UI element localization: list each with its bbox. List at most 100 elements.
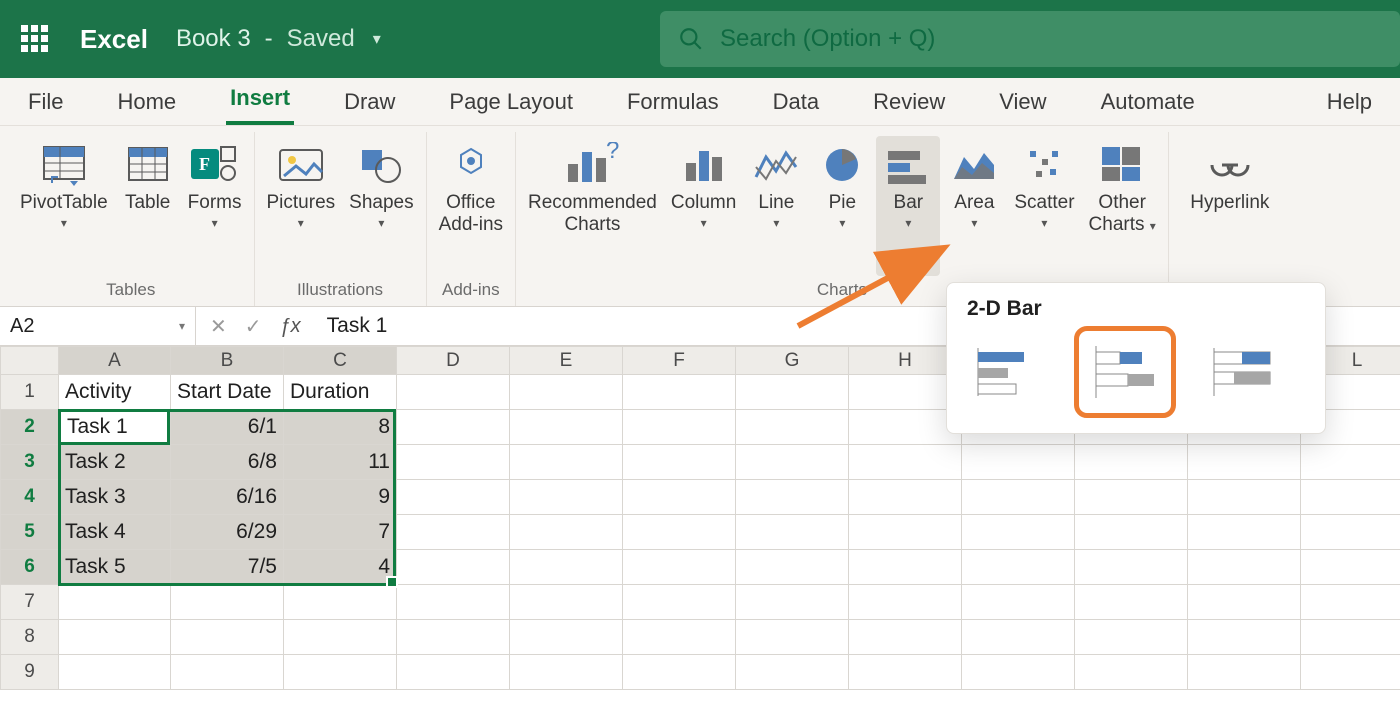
cell[interactable]	[736, 445, 849, 480]
pie-chart-button[interactable]: Pie ▾	[810, 136, 874, 276]
cell-A6[interactable]: Task 5	[59, 550, 171, 585]
cell[interactable]	[849, 410, 962, 445]
cell[interactable]	[510, 480, 623, 515]
cell[interactable]	[849, 515, 962, 550]
clustered-bar-option[interactable]	[963, 335, 1047, 409]
cell[interactable]	[397, 620, 510, 655]
cell[interactable]	[171, 620, 284, 655]
area-chart-button[interactable]: Area ▾	[942, 136, 1006, 276]
cell[interactable]	[1301, 655, 1400, 690]
tab-formulas[interactable]: Formulas	[623, 83, 723, 125]
select-all-corner[interactable]	[1, 347, 59, 375]
row-header-4[interactable]: 4	[1, 480, 59, 515]
cell[interactable]	[849, 655, 962, 690]
cell-C3[interactable]: 11	[284, 445, 397, 480]
cell[interactable]	[1188, 515, 1301, 550]
formula-value[interactable]: Task 1	[315, 314, 388, 338]
cell[interactable]	[623, 585, 736, 620]
cell[interactable]	[962, 550, 1075, 585]
row-header-3[interactable]: 3	[1, 445, 59, 480]
cell[interactable]	[1075, 480, 1188, 515]
pivottable-button[interactable]: PivotTable ▾	[14, 136, 114, 276]
cell[interactable]	[736, 375, 849, 410]
tab-help[interactable]: Help	[1323, 83, 1376, 125]
cell-B2[interactable]: 6/1	[171, 410, 284, 445]
tab-draw[interactable]: Draw	[340, 83, 399, 125]
cell[interactable]	[962, 620, 1075, 655]
cell-A2[interactable]	[59, 410, 171, 445]
cell[interactable]	[397, 445, 510, 480]
tab-page-layout[interactable]: Page Layout	[445, 83, 577, 125]
cell[interactable]	[284, 585, 397, 620]
tab-file[interactable]: File	[24, 83, 67, 125]
cell[interactable]	[736, 655, 849, 690]
cell[interactable]	[1301, 550, 1400, 585]
document-title-area[interactable]: Book 3 - Saved ▾	[176, 25, 385, 53]
row-header-6[interactable]: 6	[1, 550, 59, 585]
cell[interactable]	[1301, 515, 1400, 550]
tab-insert[interactable]: Insert	[226, 79, 294, 125]
cell[interactable]	[623, 445, 736, 480]
cell[interactable]	[1301, 445, 1400, 480]
cell[interactable]	[59, 585, 171, 620]
cell[interactable]	[849, 480, 962, 515]
cell[interactable]	[510, 515, 623, 550]
cell[interactable]	[736, 410, 849, 445]
cell[interactable]	[1075, 515, 1188, 550]
line-chart-button[interactable]: Line ▾	[744, 136, 808, 276]
cell[interactable]	[849, 585, 962, 620]
cell-C5[interactable]: 7	[284, 515, 397, 550]
row-header-8[interactable]: 8	[1, 620, 59, 655]
cell-C6[interactable]: 4	[284, 550, 397, 585]
name-box[interactable]: A2 ▾	[0, 307, 196, 345]
cell[interactable]	[849, 550, 962, 585]
cell-B1[interactable]: Start Date	[171, 375, 284, 410]
other-charts-button[interactable]: OtherCharts ▾	[1083, 136, 1162, 276]
col-header-A[interactable]: A	[59, 347, 171, 375]
tab-data[interactable]: Data	[769, 83, 823, 125]
accept-formula-button[interactable]: ✓	[245, 314, 262, 339]
cell[interactable]	[736, 585, 849, 620]
forms-button[interactable]: F Forms ▾	[182, 136, 248, 276]
cell[interactable]	[623, 410, 736, 445]
cell[interactable]	[510, 655, 623, 690]
cell[interactable]	[962, 655, 1075, 690]
cell[interactable]	[849, 445, 962, 480]
cell[interactable]	[623, 655, 736, 690]
cell[interactable]	[1075, 585, 1188, 620]
cell[interactable]	[397, 515, 510, 550]
cell[interactable]	[397, 375, 510, 410]
cell[interactable]	[962, 445, 1075, 480]
cell[interactable]	[1188, 480, 1301, 515]
tab-home[interactable]: Home	[113, 83, 180, 125]
cell[interactable]	[849, 375, 962, 410]
tab-review[interactable]: Review	[869, 83, 949, 125]
cell-A3[interactable]: Task 2	[59, 445, 171, 480]
col-header-D[interactable]: D	[397, 347, 510, 375]
cell[interactable]	[397, 585, 510, 620]
cell[interactable]	[1188, 585, 1301, 620]
cell[interactable]	[510, 445, 623, 480]
row-header-7[interactable]: 7	[1, 585, 59, 620]
cell[interactable]	[1075, 620, 1188, 655]
cell-C1[interactable]: Duration	[284, 375, 397, 410]
col-header-F[interactable]: F	[623, 347, 736, 375]
scatter-chart-button[interactable]: Scatter ▾	[1008, 136, 1080, 276]
row-header-9[interactable]: 9	[1, 655, 59, 690]
cell[interactable]	[623, 515, 736, 550]
shapes-button[interactable]: Shapes ▾	[343, 136, 419, 276]
cell[interactable]	[849, 620, 962, 655]
cell[interactable]	[1075, 655, 1188, 690]
cell[interactable]	[59, 655, 171, 690]
cell-B5[interactable]: 6/29	[171, 515, 284, 550]
cell[interactable]	[736, 480, 849, 515]
cell[interactable]	[1188, 655, 1301, 690]
cell[interactable]	[59, 620, 171, 655]
cell[interactable]	[1301, 585, 1400, 620]
cell[interactable]	[623, 550, 736, 585]
cell[interactable]	[1075, 550, 1188, 585]
col-header-C[interactable]: C	[284, 347, 397, 375]
cell[interactable]	[962, 480, 1075, 515]
cell[interactable]	[284, 655, 397, 690]
cell-A4[interactable]: Task 3	[59, 480, 171, 515]
